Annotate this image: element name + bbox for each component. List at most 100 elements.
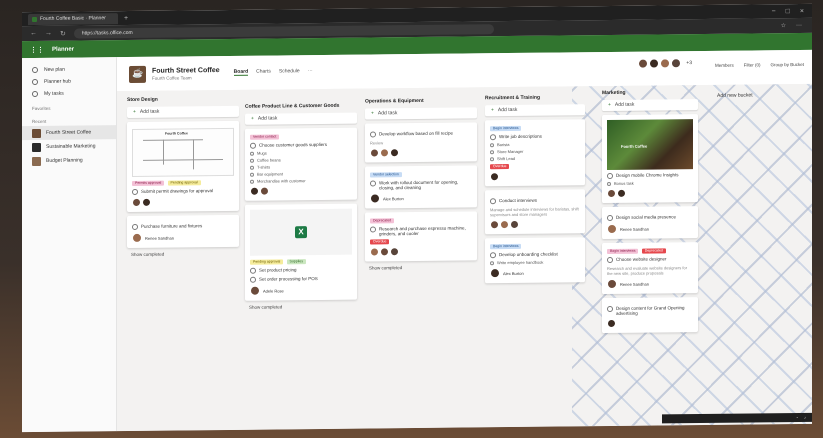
avatar xyxy=(370,247,379,257)
checklist-checkbox[interactable] xyxy=(250,158,254,163)
avatar xyxy=(132,197,141,207)
task-complete-checkbox[interactable] xyxy=(132,188,138,195)
checklist-checkbox[interactable] xyxy=(250,172,254,177)
task-label: Vendor selection xyxy=(370,172,402,178)
maximize-icon[interactable]: □ xyxy=(786,8,790,15)
add-task-button[interactable]: Add task xyxy=(245,112,357,125)
checklist-checkbox[interactable] xyxy=(490,149,494,154)
avatar xyxy=(390,247,399,257)
assignee-name: Renee Sandhan xyxy=(620,226,649,232)
nav-item-label: My tasks xyxy=(44,90,64,97)
filter-button[interactable]: Filter (0) xyxy=(744,62,761,67)
task-complete-checkbox[interactable] xyxy=(607,256,613,264)
nav-item-new-plan[interactable]: New plan xyxy=(22,63,116,76)
checklist-checkbox[interactable] xyxy=(250,165,254,170)
task-card[interactable]: Design content for Grand Opening adverti… xyxy=(602,297,698,334)
task-card[interactable]: Develop workflow based on fill recipe Re… xyxy=(365,122,477,163)
nav-item-my-tasks[interactable]: My tasks xyxy=(22,87,116,100)
task-complete-checkbox[interactable] xyxy=(370,180,376,187)
nav-plan-budget-planning[interactable]: Budget Planning xyxy=(22,153,116,168)
forward-icon[interactable]: → xyxy=(45,30,52,37)
task-complete-checkbox[interactable] xyxy=(250,276,256,283)
task-title: Design social media presence xyxy=(616,214,677,220)
task-complete-checkbox[interactable] xyxy=(607,214,613,222)
new-tab-icon[interactable]: + xyxy=(124,15,128,22)
show-completed-toggle[interactable]: Show completed xyxy=(249,304,357,309)
plan-title: Fourth Street Coffee xyxy=(152,66,220,75)
add-task-button[interactable]: Add task xyxy=(485,104,585,117)
menu-icon[interactable]: ⋯ xyxy=(796,22,802,29)
tab-schedule[interactable]: Schedule xyxy=(279,68,300,75)
checklist-checkbox[interactable] xyxy=(490,156,494,161)
nav-plan-fourth-street-coffee[interactable]: Fourth Street Coffee xyxy=(22,125,116,141)
tab-charts[interactable]: Charts xyxy=(256,69,271,76)
members-filter-button[interactable]: Members xyxy=(715,63,734,68)
task-card[interactable]: Fourth Coffee Design mobile Chrome Insig… xyxy=(602,114,698,204)
task-complete-checkbox[interactable] xyxy=(607,305,613,313)
checklist-checkbox[interactable] xyxy=(250,151,254,156)
checklist-item: Bar equipment xyxy=(257,171,284,177)
checklist-item: Store Manager xyxy=(497,148,524,155)
checklist-checkbox[interactable] xyxy=(607,181,611,186)
browser-tab[interactable]: Fourth Coffee Basic · Planner xyxy=(28,12,118,25)
task-complete-checkbox[interactable] xyxy=(490,134,496,141)
task-card[interactable]: Fourth Coffee Permits approval Pending a… xyxy=(127,120,239,213)
group-by-button[interactable]: Group by Bucket xyxy=(770,62,804,67)
task-card[interactable]: Conduct interviews Manage and schedule i… xyxy=(485,189,585,235)
avatar xyxy=(390,148,399,158)
app-launcher-icon[interactable]: ⋮⋮ xyxy=(30,45,44,53)
task-complete-checkbox[interactable] xyxy=(370,226,376,233)
task-complete-checkbox[interactable] xyxy=(370,131,376,138)
minimize-icon[interactable]: − xyxy=(772,8,776,15)
checklist-checkbox[interactable] xyxy=(250,179,254,184)
task-card[interactable]: Deprecated Research and purchase espress… xyxy=(365,211,477,262)
task-card[interactable]: X Pending approval Supplies Set product … xyxy=(245,203,357,301)
add-task-button[interactable]: Add task xyxy=(365,107,477,120)
screen: Fourth Coffee Basic · Planner + − □ × ← … xyxy=(22,3,812,433)
nav-item-planner-hub[interactable]: Planner hub xyxy=(22,75,116,88)
avatar xyxy=(649,58,660,69)
close-icon[interactable]: × xyxy=(800,7,804,14)
tab-board[interactable]: Board xyxy=(233,68,249,76)
task-complete-checkbox[interactable] xyxy=(250,142,256,149)
task-card[interactable]: Begin interviews Deprecated Choose websi… xyxy=(602,242,698,295)
task-title: Write job descriptions xyxy=(499,133,542,140)
refresh-icon[interactable]: ↻ xyxy=(60,29,66,37)
favorite-star-icon[interactable]: ☆ xyxy=(781,22,786,29)
nav-plan-sustainable-marketing[interactable]: Sustainable Marketing xyxy=(22,139,116,154)
task-complete-checkbox[interactable] xyxy=(250,267,256,274)
hub-icon xyxy=(32,78,38,86)
nav-plan-label: Fourth Street Coffee xyxy=(46,129,92,136)
add-new-bucket-button[interactable]: Add new bucket xyxy=(717,92,753,98)
task-title: Choose customer goods suppliers xyxy=(259,141,328,148)
photo-caption: Fourth Coffee xyxy=(621,143,648,149)
task-complete-checkbox[interactable] xyxy=(490,198,496,205)
task-card[interactable]: Begin interviews Develop onboarding chec… xyxy=(485,237,585,284)
checklist-checkbox[interactable] xyxy=(490,260,494,265)
back-icon[interactable]: ← xyxy=(30,30,37,37)
add-task-button[interactable]: Add task xyxy=(602,99,698,112)
assignee-name: Renee Sandhan xyxy=(145,235,174,241)
floorplan-title: Fourth Coffee xyxy=(165,131,188,136)
checklist-checkbox[interactable] xyxy=(490,142,494,147)
task-card[interactable]: Purchase furniture and fixtures Renee Sa… xyxy=(127,214,239,249)
task-card[interactable]: Design social media presence Renee Sandh… xyxy=(602,206,698,240)
member-count: +3 xyxy=(686,60,692,67)
task-card[interactable]: Begin interviews Write job descriptions … xyxy=(485,119,585,187)
planner-app: New plan Planner hub My tasks Favorites … xyxy=(22,49,812,433)
tab-more[interactable]: ··· xyxy=(308,68,313,75)
task-complete-checkbox[interactable] xyxy=(490,252,496,259)
add-task-button[interactable]: Add task xyxy=(127,105,239,119)
task-card[interactable]: Vendor contact Choose customer goods sup… xyxy=(245,127,357,201)
avatar xyxy=(510,219,519,230)
show-completed-toggle[interactable]: Show completed xyxy=(369,264,477,270)
task-complete-checkbox[interactable] xyxy=(607,172,613,180)
avatar xyxy=(260,186,269,196)
avatar xyxy=(250,186,259,196)
task-card[interactable]: Vendor selection Work with rollout docum… xyxy=(365,165,477,209)
task-complete-checkbox[interactable] xyxy=(132,223,138,230)
show-completed-toggle[interactable]: Show completed xyxy=(131,251,239,257)
members[interactable]: +3 xyxy=(638,58,692,69)
task-title: Set product pricing xyxy=(259,267,297,273)
checklist-item: Bonus task xyxy=(614,180,634,186)
